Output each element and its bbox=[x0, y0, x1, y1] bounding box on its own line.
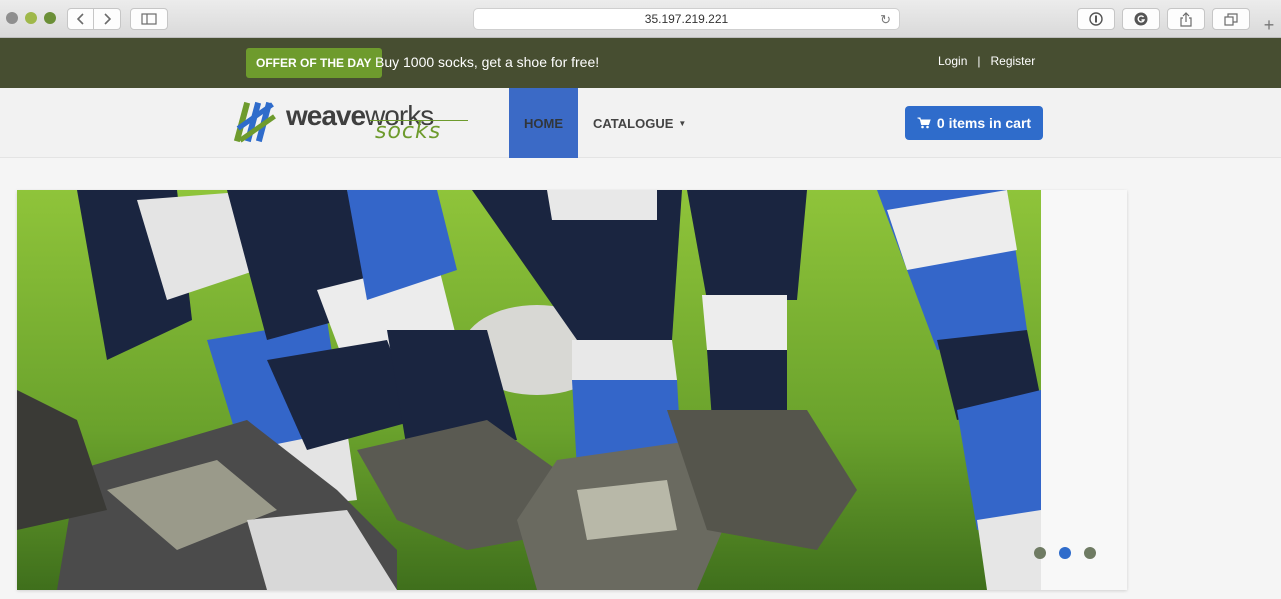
main-navbar: weaveworks socks HOME CATALOGUE ▼ 0 items… bbox=[0, 88, 1281, 158]
nav-catalogue-dropdown[interactable]: CATALOGUE ▼ bbox=[593, 116, 686, 131]
register-link[interactable]: Register bbox=[991, 54, 1036, 68]
auth-links: Login | Register bbox=[935, 54, 1038, 68]
chevron-left-icon bbox=[76, 13, 84, 25]
offer-badge[interactable]: OFFER OF THE DAY bbox=[246, 48, 382, 78]
logo-subtitle: socks bbox=[375, 119, 442, 144]
minimize-window-icon[interactable] bbox=[25, 12, 37, 24]
grammarly-button[interactable] bbox=[1122, 8, 1160, 30]
carousel-dot-3[interactable] bbox=[1084, 547, 1096, 559]
nav-catalogue-label: CATALOGUE bbox=[593, 116, 674, 131]
promo-bar: OFFER OF THE DAY Buy 1000 socks, get a s… bbox=[0, 38, 1281, 88]
onepassword-icon bbox=[1089, 12, 1103, 26]
hero-carousel bbox=[17, 190, 1127, 590]
logo-word-weave: weave bbox=[286, 100, 366, 131]
browser-toolbar: 35.197.219.221 ↻ + bbox=[0, 0, 1281, 38]
carousel-dot-2[interactable] bbox=[1059, 547, 1071, 559]
grammarly-icon bbox=[1134, 12, 1148, 26]
shopping-cart-icon bbox=[917, 117, 931, 129]
cart-button[interactable]: 0 items in cart bbox=[905, 106, 1043, 140]
forward-button[interactable] bbox=[94, 8, 121, 30]
close-window-icon[interactable] bbox=[6, 12, 18, 24]
cart-label: 0 items in cart bbox=[936, 115, 1032, 131]
maximize-window-icon[interactable] bbox=[44, 12, 56, 24]
tabs-icon bbox=[1224, 12, 1238, 26]
share-icon bbox=[1180, 11, 1192, 27]
tabs-overview-button[interactable] bbox=[1212, 8, 1250, 30]
caret-down-icon: ▼ bbox=[678, 119, 687, 128]
new-tab-button[interactable]: + bbox=[1258, 14, 1280, 36]
weaveworks-logo-icon bbox=[233, 101, 276, 143]
reload-icon[interactable]: ↻ bbox=[880, 12, 891, 28]
offer-text: Buy 1000 socks, get a shoe for free! bbox=[375, 54, 600, 70]
share-button[interactable] bbox=[1167, 8, 1205, 30]
carousel-indicators bbox=[1034, 547, 1096, 559]
chevron-right-icon bbox=[104, 13, 111, 25]
carousel-dot-1[interactable] bbox=[1034, 547, 1046, 559]
weaveworks-socks-logo[interactable]: weaveworks socks bbox=[230, 96, 470, 146]
address-bar[interactable]: 35.197.219.221 ↻ bbox=[473, 8, 900, 30]
sidebar-icon bbox=[141, 13, 157, 25]
history-nav bbox=[67, 8, 121, 30]
sidebar-button[interactable] bbox=[130, 8, 168, 30]
back-button[interactable] bbox=[67, 8, 94, 30]
url-text: 35.197.219.221 bbox=[644, 12, 729, 26]
auth-separator: | bbox=[977, 54, 981, 68]
login-link[interactable]: Login bbox=[938, 54, 967, 68]
nav-home[interactable]: HOME bbox=[509, 88, 578, 158]
hero-slide-image bbox=[17, 190, 1041, 590]
rugby-socks-photo bbox=[17, 190, 1041, 590]
onepassword-button[interactable] bbox=[1077, 8, 1115, 30]
